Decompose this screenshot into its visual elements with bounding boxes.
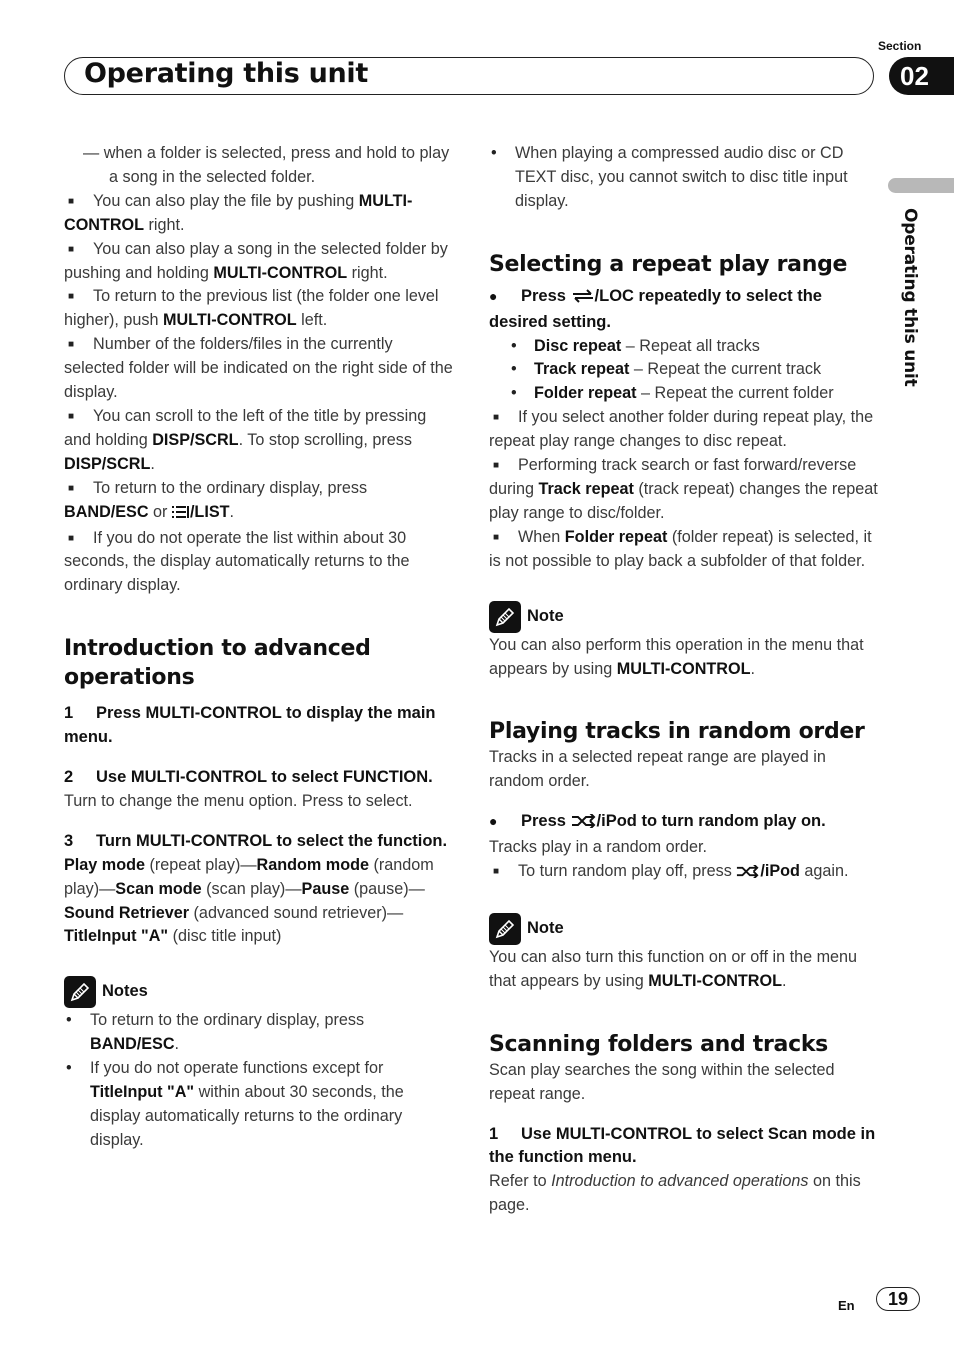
list-item: To turn random play off, press /iPod aga… [489, 860, 879, 886]
page-number: 19 [876, 1287, 920, 1311]
repeat-step: ● Press /LOC repeatedly to select the des… [489, 286, 822, 331]
pencil-note-icon [489, 912, 521, 945]
step-1: 1 Press MULTI-CONTROL to display the main… [64, 704, 436, 747]
list-item: Number of the folders/files in the curre… [64, 333, 454, 405]
list-item: You can also play a song in the selected… [64, 238, 454, 286]
list-item: You can scroll to the left of the title … [64, 405, 454, 477]
list-item: If you select another folder during repe… [489, 406, 879, 454]
list-item: To return to the ordinary display, press… [64, 1009, 454, 1057]
pencil-note-icon [489, 600, 521, 633]
function-list: Play mode (repeat play)—Random mode (ran… [64, 855, 434, 946]
section-number-badge: 02 [889, 57, 954, 95]
note-text: You can also turn this function on or of… [489, 947, 858, 990]
notes-header: Notes [64, 975, 454, 1009]
section-heading-scan: Scanning folders and tracks [489, 1031, 828, 1057]
notes-list: To return to the ordinary display, press… [64, 1009, 454, 1152]
right-column: When playing a compressed audio disc or … [489, 142, 879, 1218]
scan-step-desc: Refer to Introduction to advanced operat… [489, 1172, 861, 1215]
language-label: En [838, 1298, 855, 1313]
page-title: Operating this unit [84, 58, 368, 89]
dash-item: — when a folder is selected, press and h… [83, 144, 450, 186]
section-heading-random: Playing tracks in random order [489, 719, 865, 745]
repeat-options: Disc repeat – Repeat all tracks Track re… [489, 335, 879, 407]
step-2-desc: Turn to change the menu option. Press to… [64, 791, 413, 810]
random-step: ● Press /iPod to turn random play on. [489, 810, 879, 836]
note-header: Note [489, 912, 879, 946]
section-label: Section [878, 39, 922, 53]
shuffle-icon [736, 862, 760, 886]
scan-step-1: 1 Use MULTI-CONTROL to select Scan mode i… [489, 1124, 876, 1167]
list-item: To return to the previous list (the fold… [64, 285, 454, 333]
list-item: To return to the ordinary display, press… [64, 477, 454, 527]
list-item: When playing a compressed audio disc or … [489, 142, 879, 214]
section-heading-intro: Introduction to advanced operations [64, 636, 371, 691]
pencil-note-icon [64, 976, 96, 1009]
repeat-icon [571, 287, 595, 311]
list-item: If you do not operate functions except f… [64, 1057, 454, 1153]
random-step-desc: Tracks play in a random order. [489, 838, 708, 857]
step-3: 3 Turn MULTI-CONTROL to select the functi… [64, 831, 448, 850]
section-heading-repeat: Selecting a repeat play range [489, 251, 848, 277]
shuffle-icon [571, 812, 597, 836]
scan-intro: Scan play searches the song within the s… [489, 1060, 835, 1103]
list-item: Disc repeat – Repeat all tracks [489, 335, 879, 359]
note-text: You can also perform this operation in t… [489, 635, 864, 678]
side-section-label: Operating this unit [900, 208, 920, 387]
note-header: Note [489, 600, 879, 634]
list-item: Folder repeat – Repeat the current folde… [489, 382, 879, 406]
random-intro: Tracks in a selected repeat range are pl… [489, 748, 826, 791]
list-item: Track repeat – Repeat the current track [489, 358, 879, 382]
side-tab-marker [888, 178, 954, 193]
list-item: Performing track search or fast forward/… [489, 454, 879, 526]
step-2: 2 Use MULTI-CONTROL to select FUNCTION. [64, 768, 433, 787]
list-item: You can also play the file by pushing MU… [64, 190, 454, 238]
list-item: If you do not operate the list within ab… [64, 527, 454, 599]
list-item: When Folder repeat (folder repeat) is se… [489, 526, 879, 574]
left-column: — when a folder is selected, press and h… [64, 142, 454, 1153]
list-icon [171, 503, 190, 527]
